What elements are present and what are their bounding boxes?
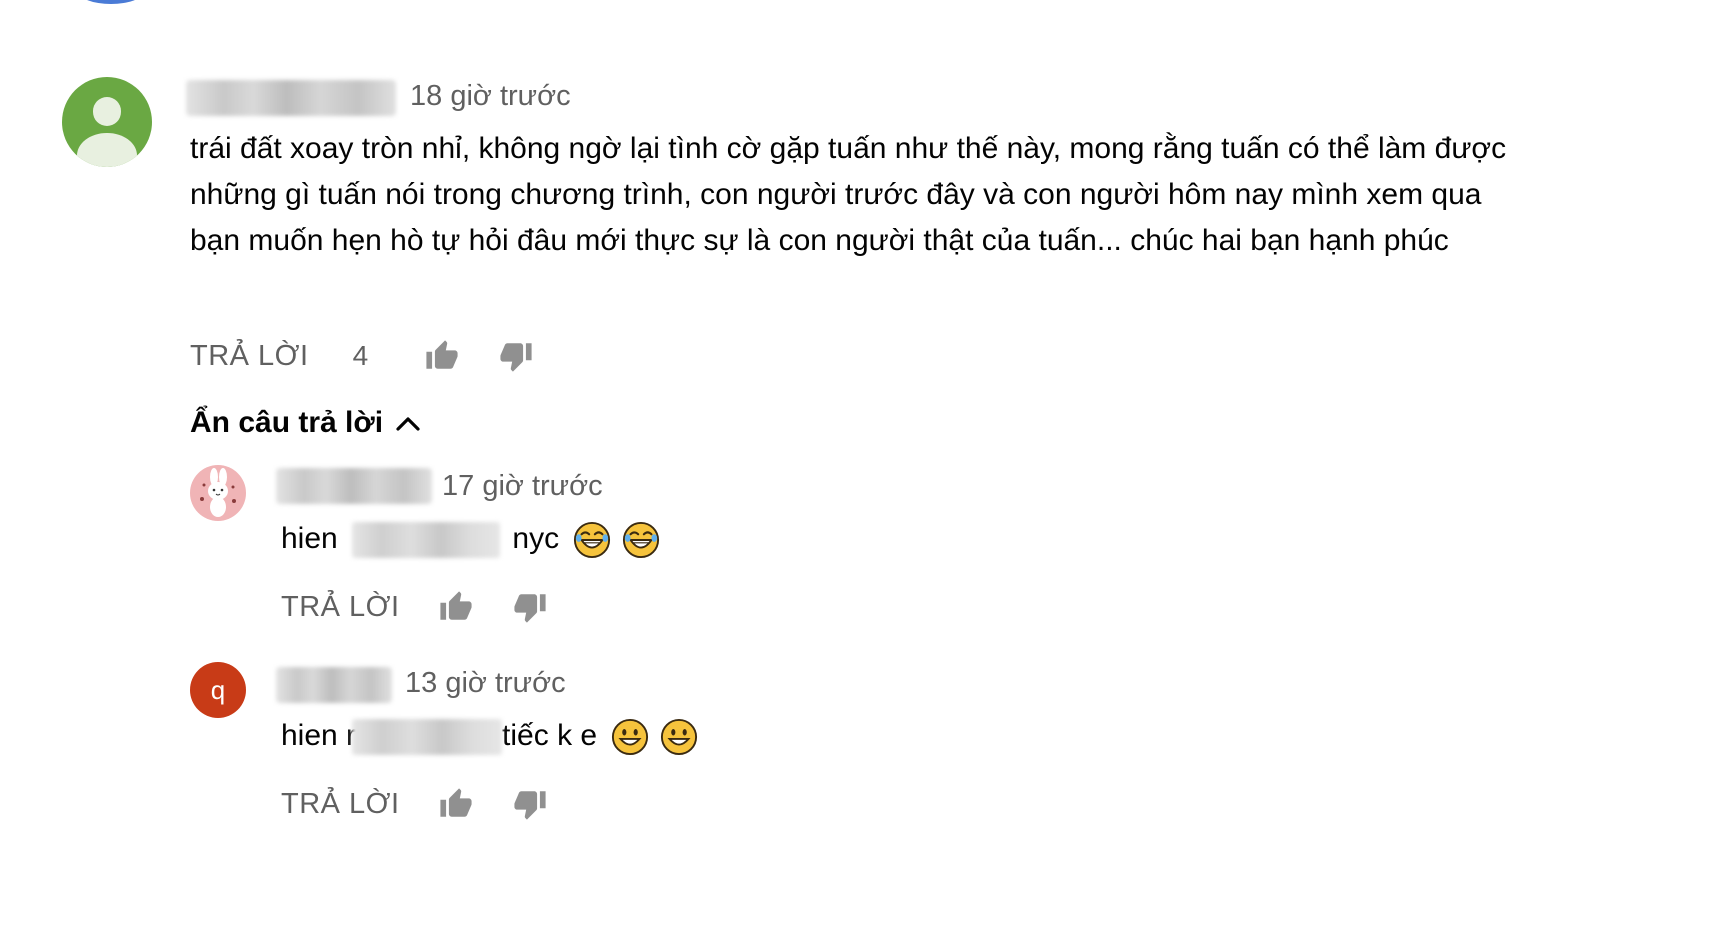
redacted-text xyxy=(352,719,503,756)
hide-replies-button[interactable]: Ẩn câu trả lời xyxy=(190,406,421,440)
reply-button[interactable]: TRẢ LỜI xyxy=(190,340,309,373)
grinning-face-emoji xyxy=(660,719,697,756)
redacted-text xyxy=(352,522,501,559)
main-comment-action-bar: TRẢ LỜI 4 xyxy=(190,336,536,376)
bunny-avatar-icon xyxy=(200,468,236,517)
like-button[interactable] xyxy=(436,784,476,824)
rolling-on-floor-laughing-emoji xyxy=(622,522,659,559)
like-button[interactable] xyxy=(436,587,476,627)
thumbs-up-icon xyxy=(426,340,458,369)
dislike-button[interactable] xyxy=(510,784,550,824)
like-count: 4 xyxy=(352,340,369,371)
reply-text: hien nyc xyxy=(281,516,660,562)
main-comment-avatar[interactable] xyxy=(62,77,152,167)
thumbs-down-icon xyxy=(500,343,532,372)
reply-text-end: tiếc k e xyxy=(502,719,598,752)
reply-button[interactable]: TRẢ LỜI xyxy=(281,788,400,821)
previous-comment-avatar-edge xyxy=(78,0,144,4)
reply-action-bar: TRẢ LỜI xyxy=(281,784,550,824)
reply-timestamp[interactable]: 17 giờ trước xyxy=(442,470,603,503)
dislike-button[interactable] xyxy=(510,587,550,627)
like-button[interactable] xyxy=(422,336,462,376)
reply-avatar[interactable] xyxy=(190,465,246,521)
hide-replies-label: Ẩn câu trả lời xyxy=(190,406,384,439)
reply-avatar[interactable]: q xyxy=(190,662,246,718)
reply-text-end: nyc xyxy=(512,522,560,555)
main-comment-author-name-redacted[interactable] xyxy=(186,80,396,116)
reply-text: hien r tiếc k e xyxy=(281,713,698,759)
thumbs-down-icon xyxy=(514,791,546,820)
reply-timestamp[interactable]: 13 giờ trước xyxy=(405,667,566,700)
rolling-on-floor-laughing-emoji xyxy=(574,522,611,559)
reply-author-name-redacted[interactable] xyxy=(276,468,432,504)
reply-action-bar: TRẢ LỜI xyxy=(281,587,550,627)
dislike-button[interactable] xyxy=(496,336,536,376)
chevron-up-icon xyxy=(396,417,420,431)
thumbs-down-icon xyxy=(514,594,546,623)
thumbs-up-icon xyxy=(440,788,472,817)
reply-button[interactable]: TRẢ LỜI xyxy=(281,591,400,624)
main-comment-timestamp[interactable]: 18 giờ trước xyxy=(410,80,571,113)
thumbs-up-icon xyxy=(440,591,472,620)
reply-text-start: hien r xyxy=(281,719,357,752)
avatar-letter: q xyxy=(210,674,226,705)
grinning-face-emoji xyxy=(612,719,649,756)
main-comment-text: trái đất xoay tròn nhỉ, không ngờ lại tì… xyxy=(190,132,1507,257)
reply-text-start: hien xyxy=(281,522,338,555)
reply-author-name-redacted[interactable] xyxy=(276,667,392,703)
